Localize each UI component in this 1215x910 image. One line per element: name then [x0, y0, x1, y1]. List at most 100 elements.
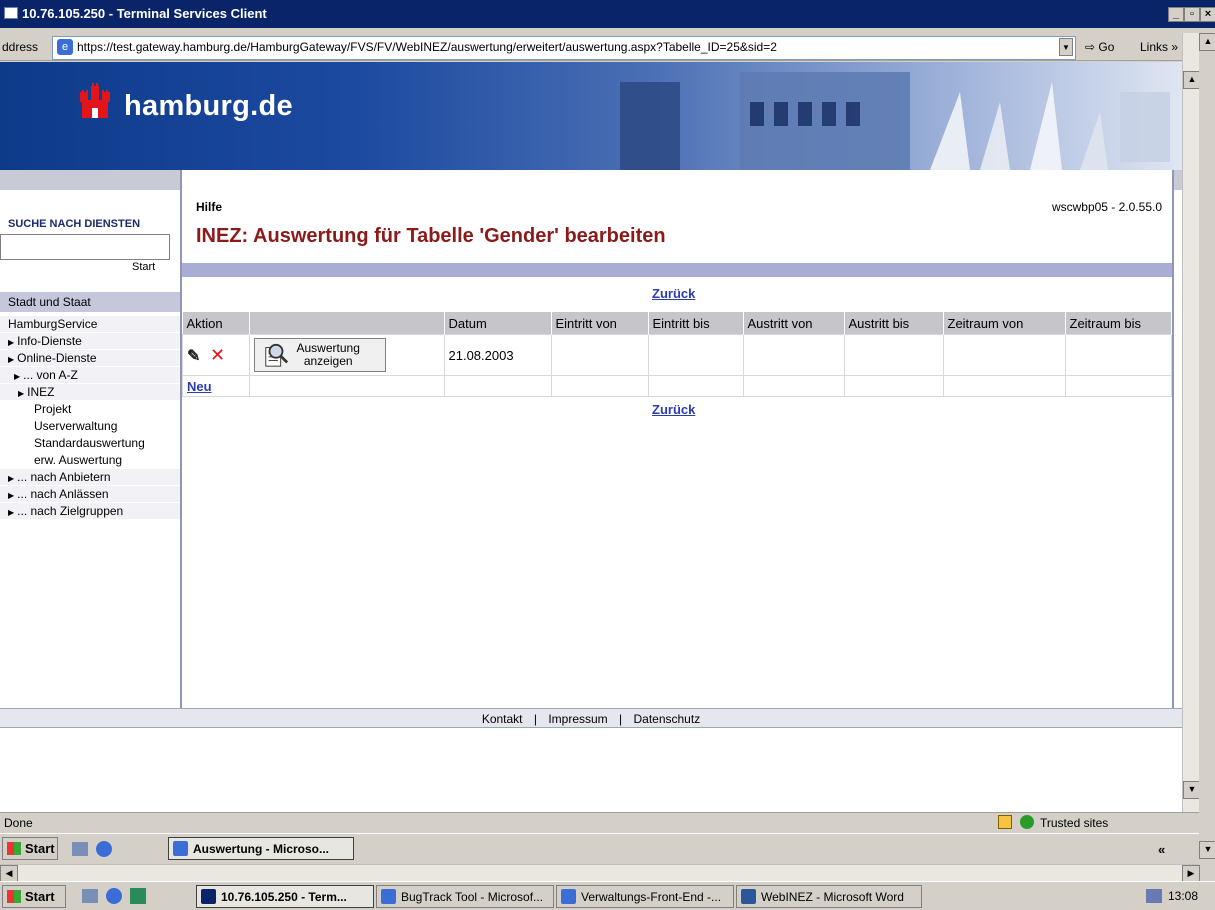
sidebar-item-von-a-z[interactable]: ▶... von A-Z [0, 367, 190, 384]
minimize-button[interactable]: _ [1168, 7, 1184, 22]
triangle-right-icon: ▶ [8, 474, 15, 483]
footer-link-datenschutz[interactable]: Datenschutz [633, 712, 700, 726]
empty-cell [942, 375, 1066, 397]
outlook-quicklaunch-icon[interactable] [130, 888, 146, 904]
show-desktop-icon[interactable] [72, 842, 88, 856]
sidebar-item-nach-anbietern[interactable]: ▶... nach Anbietern [0, 469, 184, 486]
inner-task-auswertung[interactable]: Auswertung - Microso... [168, 837, 354, 860]
sidebar: SUCHE NACH DIENSTEN Start Stadt und Staa… [0, 190, 210, 710]
triangle-right-icon: ▶ [8, 508, 15, 517]
sidebar-item-label: Projekt [34, 402, 72, 416]
search-input[interactable] [0, 234, 170, 260]
close-button[interactable]: × [1200, 7, 1215, 22]
address-url: https://test.gateway.hamburg.de/HamburgG… [77, 40, 777, 54]
zeitraum-von-cell [942, 334, 1066, 376]
sidebar-item-erw-auswertung[interactable]: erw. Auswertung [0, 452, 210, 469]
ie-quicklaunch-icon[interactable] [96, 841, 112, 857]
triangle-right-icon: ▶ [18, 389, 25, 398]
horizontal-scrollbar[interactable]: ◀ ▶ [0, 864, 1200, 883]
start-label: Start [25, 889, 55, 904]
footer-link-impressum[interactable]: Impressum [548, 712, 607, 726]
back-link-top[interactable]: Zurück [652, 286, 695, 301]
triangle-right-icon: ▶ [8, 338, 15, 347]
pencil-edit-icon[interactable]: ✎ [187, 348, 200, 365]
help-link[interactable]: Hilfe [196, 200, 222, 214]
delete-x-icon[interactable]: ✕ [210, 345, 225, 365]
sidebar-item-online-dienste[interactable]: ▶ Online-Dienste [0, 350, 184, 367]
sidebar-item-nach-zielgruppen[interactable]: ▶... nach Zielgruppen [0, 503, 184, 520]
sidebar-item-inez[interactable]: ▶ INEZ [0, 384, 194, 401]
site-banner: hamburg.de [0, 62, 1182, 170]
window-title: 10.76.105.250 - Terminal Services Client [22, 6, 267, 21]
ie-quicklaunch-icon[interactable] [106, 888, 122, 904]
sidebar-item-info-dienste[interactable]: ▶ Info-Dienste [0, 333, 184, 350]
city-sailing-photo [620, 72, 1170, 170]
col-header-austritt-von: Austritt von [743, 312, 845, 335]
sidebar-item-label: INEZ [27, 385, 55, 399]
main-content: Hilfe wscwbp05 - 2.0.55.0 INEZ: Auswertu… [180, 170, 1174, 710]
triangle-right-icon: ▶ [14, 372, 21, 381]
page-footer: Kontakt | Impressum | Datenschutz [0, 708, 1182, 728]
empty-cell [443, 375, 552, 397]
sidebar-section-stadt-und-staat[interactable]: Stadt und Staat [0, 292, 184, 312]
empty-cell [1064, 375, 1172, 397]
sidebar-item-label: erw. Auswertung [34, 453, 123, 467]
sidebar-item-hamburgservice[interactable]: HamburgService [0, 316, 184, 333]
sidebar-item-projekt[interactable]: Projekt [0, 401, 210, 418]
links-button[interactable]: Links » [1140, 40, 1178, 54]
sidebar-item-label: HamburgService [8, 317, 98, 331]
ie-page-icon [561, 889, 576, 904]
col-header-zeitraum-von: Zeitraum von [943, 312, 1066, 335]
sidebar-item-label: Online-Dienste [17, 351, 97, 365]
terminal-icon [201, 889, 216, 904]
new-link[interactable]: Neu [187, 379, 212, 394]
address-dropdown-button[interactable]: ▼ [1059, 38, 1073, 56]
outer-task-terminal[interactable]: 10.76.105.250 - Term... [196, 885, 374, 908]
search-start-button[interactable]: Start [132, 261, 155, 273]
address-input[interactable]: e https://test.gateway.hamburg.de/Hamburg… [52, 36, 1076, 60]
show-evaluation-button[interactable]: Auswertung anzeigen [253, 338, 386, 372]
outer-task-verwaltungs[interactable]: Verwaltungs-Front-End -... [556, 885, 734, 908]
title-divider [182, 263, 1172, 277]
button-label-line2: anzeigen [303, 354, 353, 368]
show-desktop-icon[interactable] [82, 889, 98, 903]
outer-scroll-up-button[interactable]: ▲ [1199, 33, 1215, 51]
tray-network-icon[interactable] [1146, 889, 1162, 903]
terminal-icon [4, 7, 18, 19]
footer-link-kontakt[interactable]: Kontakt [482, 712, 523, 726]
sidebar-item-label: ... von A-Z [23, 368, 78, 382]
new-cell: Neu [182, 375, 250, 397]
sidebar-item-userverwaltung[interactable]: Userverwaltung [0, 418, 210, 435]
sidebar-item-label: ... nach Zielgruppen [17, 504, 124, 518]
col-header-blank [249, 312, 445, 335]
triangle-right-icon: ▶ [8, 491, 15, 500]
status-bar: Done Trusted sites [0, 812, 1199, 832]
back-link-bottom[interactable]: Zurück [652, 402, 695, 417]
tray-expand-button[interactable]: « [1158, 842, 1165, 857]
empty-cell [742, 375, 845, 397]
eintritt-bis-cell [647, 334, 744, 376]
outer-scroll-down-button[interactable]: ▼ [1199, 841, 1215, 859]
go-button[interactable]: ⇨ Go [1085, 40, 1114, 54]
maximize-button[interactable]: ▫ [1184, 7, 1200, 22]
window-titlebar[interactable]: 10.76.105.250 - Terminal Services Client… [0, 0, 1215, 28]
inner-start-button[interactable]: Start [2, 837, 58, 860]
vertical-scrollbar[interactable]: ▲ ▼ [1182, 33, 1201, 813]
trusted-check-icon [1020, 815, 1034, 829]
windows-flag-icon [7, 842, 21, 855]
footer-separator: | [533, 712, 537, 726]
sidebar-item-standardauswertung[interactable]: Standardauswertung [0, 435, 210, 452]
table-header-row: Aktion Datum Eintritt von Eintritt bis A… [182, 312, 1172, 335]
ie-page-icon [173, 841, 188, 856]
outer-task-webinez-word[interactable]: WebINEZ - Microsoft Word [736, 885, 922, 908]
austritt-von-cell [742, 334, 845, 376]
search-header: SUCHE NACH DIENSTEN [8, 218, 141, 230]
outer-task-bugtrack[interactable]: BugTrack Tool - Microsof... [376, 885, 554, 908]
col-header-aktion: Aktion [182, 312, 250, 335]
outer-scrollbar[interactable]: ▲ ▼ [1199, 33, 1215, 859]
outer-start-button[interactable]: Start [2, 885, 66, 908]
sidebar-item-nach-anlaessen[interactable]: ▶... nach Anlässen [0, 486, 184, 503]
austritt-bis-cell [843, 334, 944, 376]
task-label: Verwaltungs-Front-End -... [581, 890, 722, 904]
evaluation-table: Aktion Datum Eintritt von Eintritt bis A… [182, 312, 1172, 397]
